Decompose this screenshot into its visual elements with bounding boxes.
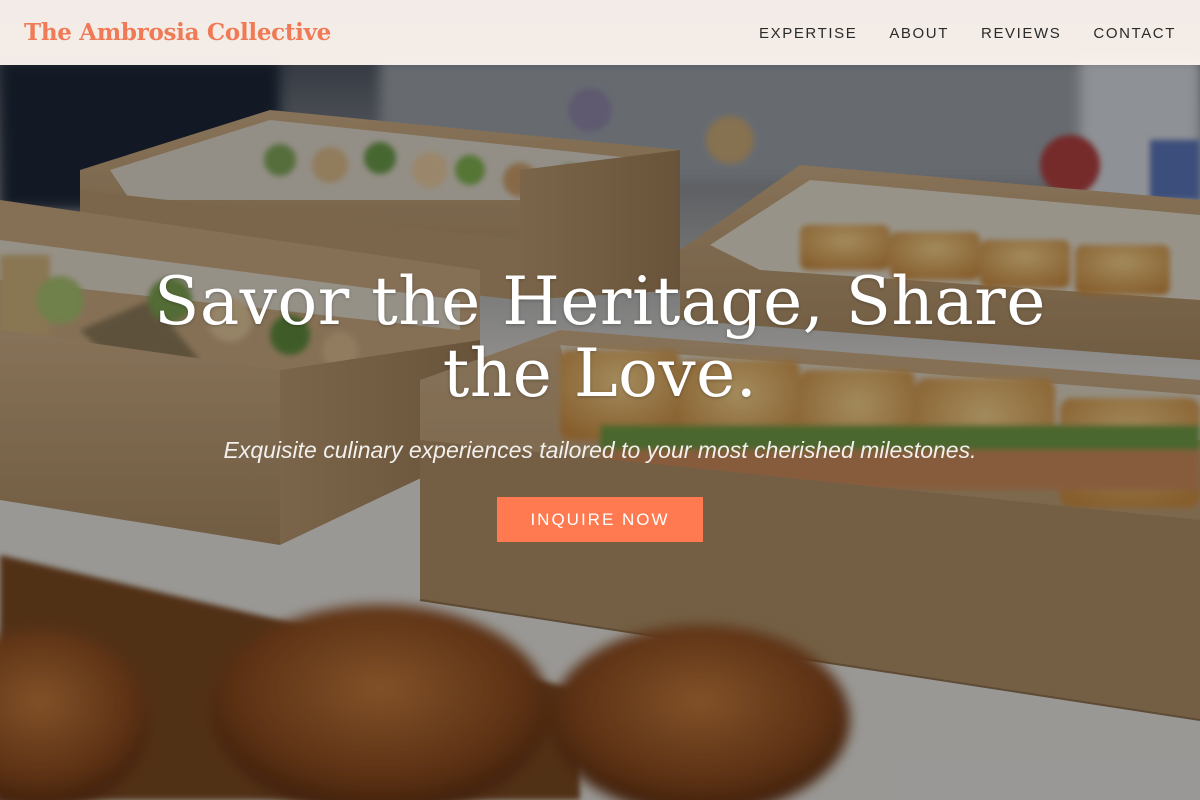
nav-link-expertise[interactable]: EXPERTISE	[759, 25, 857, 42]
nav-link-reviews[interactable]: REVIEWS	[981, 25, 1061, 42]
nav-links: EXPERTISE ABOUT REVIEWS CONTACT	[759, 23, 1176, 42]
hero-content: Savor the Heritage, Share the Love. Exqu…	[0, 0, 1200, 800]
top-navbar: The Ambrosia Collective EXPERTISE ABOUT …	[0, 0, 1200, 65]
nav-link-contact[interactable]: CONTACT	[1093, 25, 1176, 42]
nav-link-about[interactable]: ABOUT	[889, 25, 949, 42]
inquire-now-button[interactable]: INQUIRE NOW	[497, 497, 703, 542]
hero-subheadline: Exquisite culinary experiences tailored …	[223, 437, 977, 463]
brand-logo[interactable]: The Ambrosia Collective	[24, 19, 331, 46]
hero-headline: Savor the Heritage, Share the Love.	[154, 263, 1046, 412]
